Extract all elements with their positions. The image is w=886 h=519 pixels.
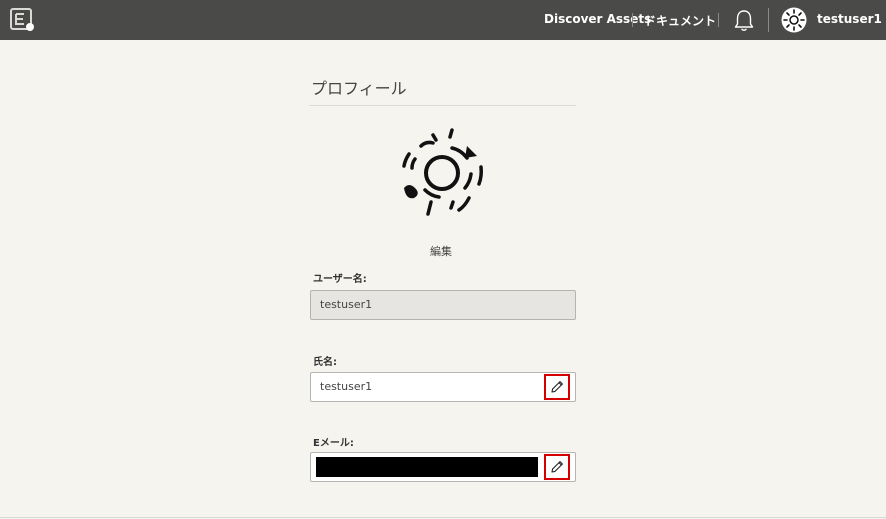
username-label: testuser1: [817, 12, 882, 26]
edit-full-name-button[interactable]: [544, 374, 570, 400]
username-value: testuser1: [320, 298, 373, 311]
title-divider: [309, 105, 576, 106]
full-name-field[interactable]: testuser1: [310, 372, 576, 402]
user-menu-toggle[interactable]: testuser1: [817, 12, 886, 26]
bell-icon[interactable]: [733, 8, 755, 32]
user-avatar-icon[interactable]: [781, 7, 807, 33]
pencil-icon: [551, 461, 563, 473]
nav-divider: [768, 8, 769, 32]
username-field: testuser1: [310, 290, 576, 320]
nav-divider: [718, 13, 719, 27]
pencil-icon: [551, 381, 563, 393]
email-field[interactable]: [310, 452, 576, 482]
nav-documents-link[interactable]: ドキュメント: [644, 12, 716, 29]
top-navigation-bar: Discover Assets ドキュメント testuser1: [0, 0, 886, 40]
edit-avatar-link[interactable]: 編集: [430, 243, 452, 259]
redacted-email-value: [316, 457, 538, 477]
edit-email-button[interactable]: [544, 454, 570, 480]
page-title: プロフィール: [311, 79, 407, 98]
full-name-value: testuser1: [320, 380, 373, 393]
app-logo-icon[interactable]: [10, 8, 36, 32]
username-label: ユーザー名:: [313, 274, 367, 285]
email-label: Eメール:: [313, 438, 354, 449]
full-name-label: 氏名:: [313, 357, 337, 368]
nav-divider: [632, 13, 633, 27]
profile-avatar-image: [402, 128, 483, 216]
nav-discover-assets-link[interactable]: Discover Assets: [544, 12, 651, 26]
footer-divider: [0, 517, 886, 518]
